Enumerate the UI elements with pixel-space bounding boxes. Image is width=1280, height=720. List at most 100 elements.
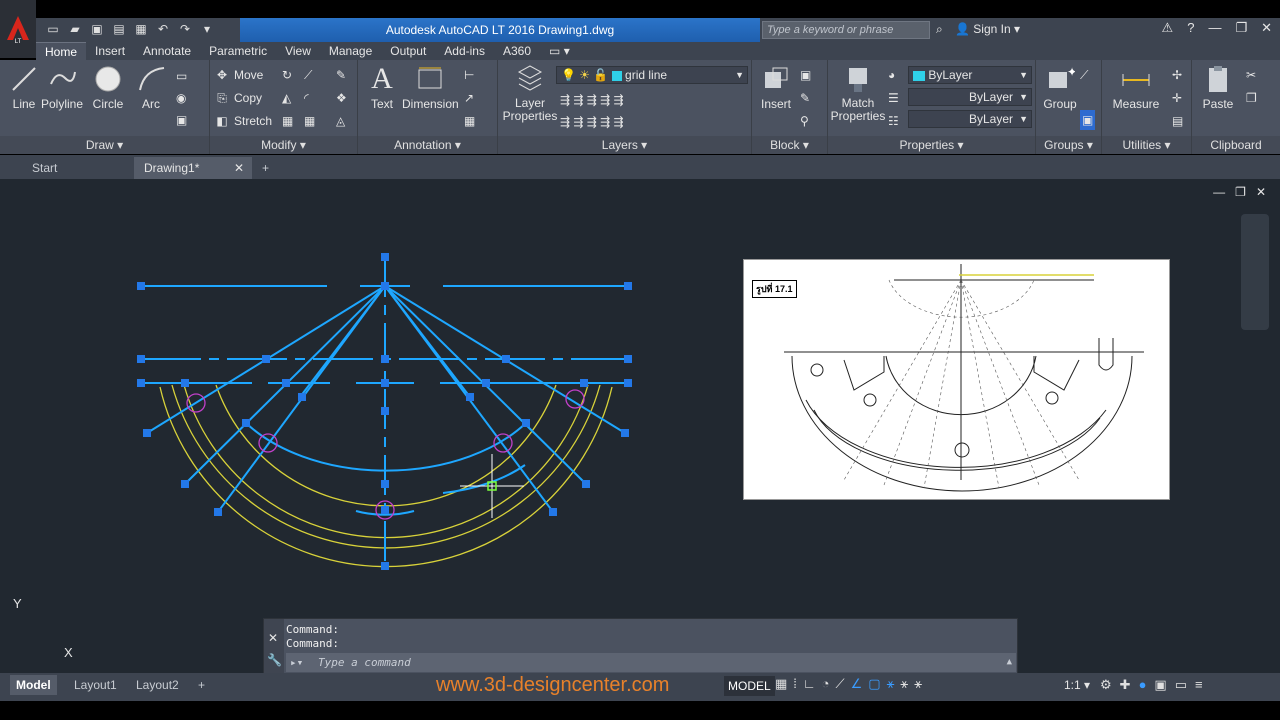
application-menu-button[interactable]: LT (0, 0, 36, 58)
point-icon[interactable]: ✛ (1172, 88, 1182, 108)
clipboard-panel-title[interactable]: Clipboard (1192, 136, 1280, 154)
binoculars-icon[interactable]: ⌕ (936, 22, 943, 37)
tab-view[interactable]: View (276, 42, 320, 60)
snap-icon[interactable]: ⁞ (793, 676, 797, 692)
clean-screen-icon[interactable]: ▭ (1175, 677, 1187, 693)
layer-properties-button[interactable]: Layer Properties (502, 64, 558, 123)
tab-addins[interactable]: Add-ins (435, 42, 494, 60)
modify-panel-title[interactable]: Modify ▾ (210, 136, 357, 154)
cad-geometry[interactable] (0, 179, 700, 599)
cut-icon[interactable]: ✂ (1246, 65, 1256, 85)
model-space-button[interactable]: MODEL (724, 676, 775, 696)
offset-icon[interactable]: ◬ (336, 111, 345, 131)
mirror-icon[interactable]: ◭ (282, 88, 291, 108)
restore-icon[interactable]: ❐ (1235, 20, 1247, 36)
close-tab-icon[interactable]: ✕ (234, 157, 244, 179)
lineweight-icon[interactable]: ☰ (888, 88, 899, 108)
quick-select-icon[interactable]: ✢ (1172, 65, 1182, 85)
move-button[interactable]: ✥ Move (214, 65, 263, 85)
dimension-button[interactable]: Dimension (402, 64, 459, 111)
properties-panel-title[interactable]: Properties ▾ (828, 136, 1035, 154)
copy-button[interactable]: ⎘ Copy (214, 88, 262, 108)
circle-button[interactable]: Circle (84, 64, 132, 111)
tab-output[interactable]: Output (381, 42, 435, 60)
rotate-icon[interactable]: ↻ (282, 65, 292, 85)
isolate-objects-icon[interactable]: ● (1139, 677, 1147, 693)
lineweight-dropdown[interactable]: ByLayer ▼ (908, 110, 1032, 128)
ribbon-minimize-toggle[interactable]: ▭ ▾ (540, 42, 579, 60)
erase-icon[interactable]: ✎ (336, 65, 346, 85)
region-icon[interactable]: ▣ (176, 110, 187, 130)
hardware-acceleration-icon[interactable]: ▣ (1154, 677, 1166, 693)
annotation-scale-icon[interactable]: ⚹ (914, 676, 922, 692)
measure-button[interactable]: Measure (1110, 64, 1162, 111)
auto-scale-icon[interactable]: ⚹ (900, 676, 908, 692)
help-search-input[interactable]: Type a keyword or phrase (762, 21, 930, 39)
tab-parametric[interactable]: Parametric (200, 42, 276, 60)
linetype-dropdown[interactable]: ByLayer ▼ (908, 88, 1032, 106)
annotation-visibility-icon[interactable]: ⚹ (887, 676, 895, 692)
customize-qat-icon[interactable]: ▾ (198, 20, 216, 38)
wrench-icon[interactable]: 🔧 (267, 653, 282, 667)
attribute-icon[interactable]: ⚲ (800, 111, 809, 131)
close-command-icon[interactable]: ✕ (268, 631, 278, 645)
text-button[interactable]: A Text (358, 62, 406, 111)
exchange-icon[interactable]: ⚠ (1162, 20, 1174, 36)
array-icon[interactable]: ▦ (304, 111, 315, 131)
new-tab-icon[interactable]: + (258, 157, 278, 179)
add-layout-icon[interactable]: + (192, 675, 211, 695)
edit-block-icon[interactable]: ✎ (800, 88, 810, 108)
navigation-bar[interactable] (1241, 214, 1269, 330)
layer-tools-row-1[interactable]: ⇶ ⇶ ⇶ ⇶ ⇶ (560, 90, 624, 110)
color-dropdown[interactable]: ByLayer ▼ (908, 66, 1032, 84)
viewport-close-icon[interactable]: ✕ (1256, 185, 1266, 199)
group-button[interactable]: ✦ Group (1036, 64, 1084, 111)
paste-button[interactable]: Paste (1194, 64, 1242, 111)
calculator-icon[interactable]: ▤ (1172, 111, 1183, 131)
linetype-icon[interactable]: ☷ (888, 111, 899, 131)
tab-insert[interactable]: Insert (86, 42, 134, 60)
tab-manage[interactable]: Manage (320, 42, 381, 60)
ortho-icon[interactable]: ∟ (803, 676, 816, 692)
group-selection-toggle[interactable]: ▣ (1080, 110, 1096, 130)
utilities-panel-title[interactable]: Utilities ▾ (1102, 136, 1191, 154)
groups-panel-title[interactable]: Groups ▾ (1036, 136, 1101, 154)
customize-status-icon[interactable]: ≡ (1195, 677, 1203, 693)
copy-clip-icon[interactable]: ❐ (1246, 88, 1257, 108)
linear-dimension-icon[interactable]: ⊢ (464, 65, 474, 85)
hatch-icon[interactable]: ◉ (176, 88, 186, 108)
tab-layout1[interactable]: Layout1 (68, 675, 123, 695)
tab-start[interactable]: Start (22, 157, 132, 179)
ungroup-icon[interactable]: ⟋ (1080, 65, 1088, 85)
command-input[interactable]: ▸▾ Type a command ▲ (286, 653, 1016, 672)
minimize-icon[interactable]: — (1208, 20, 1221, 36)
tab-model[interactable]: Model (10, 675, 57, 695)
color-wheel-icon[interactable]: ◕ (888, 65, 895, 85)
tab-drawing1[interactable]: Drawing1* ✕ (134, 157, 252, 179)
viewport-restore-icon[interactable]: ❐ (1235, 185, 1246, 199)
new-file-icon[interactable]: ▭ (44, 20, 62, 38)
help-icon[interactable]: ? (1187, 20, 1194, 36)
plus-icon[interactable]: ✚ (1120, 677, 1131, 693)
layers-panel-title[interactable]: Layers ▾ (498, 136, 751, 154)
close-icon[interactable]: ✕ (1261, 20, 1272, 36)
stretch-button[interactable]: ◧ Stretch (214, 111, 272, 131)
block-panel-title[interactable]: Block ▾ (752, 136, 827, 154)
scale-icon[interactable]: ▦ (282, 111, 293, 131)
workspace-gear-icon[interactable]: ⚙ (1100, 677, 1112, 693)
tab-layout2[interactable]: Layout2 (130, 675, 185, 695)
table-icon[interactable]: ▦ (464, 111, 475, 131)
osnap-icon[interactable]: ▢ (868, 676, 880, 692)
viewport-minimize-icon[interactable]: — (1213, 185, 1225, 199)
open-file-icon[interactable]: ▰ (66, 20, 84, 38)
object-track-icon[interactable]: ∠ (851, 676, 863, 692)
explode-icon[interactable]: ❖ (336, 88, 347, 108)
polar-icon[interactable]: ◔ (822, 676, 830, 692)
tab-a360[interactable]: A360 (494, 42, 540, 60)
isodraft-icon[interactable]: ⟋ (836, 676, 845, 692)
fillet-icon[interactable]: ◜ (304, 88, 309, 108)
trim-icon[interactable]: ⟋ (304, 65, 312, 85)
insert-block-button[interactable]: Insert (752, 64, 800, 111)
sign-in-link[interactable]: 👤 Sign In ▾ (955, 22, 1020, 36)
tab-annotate[interactable]: Annotate (134, 42, 200, 60)
